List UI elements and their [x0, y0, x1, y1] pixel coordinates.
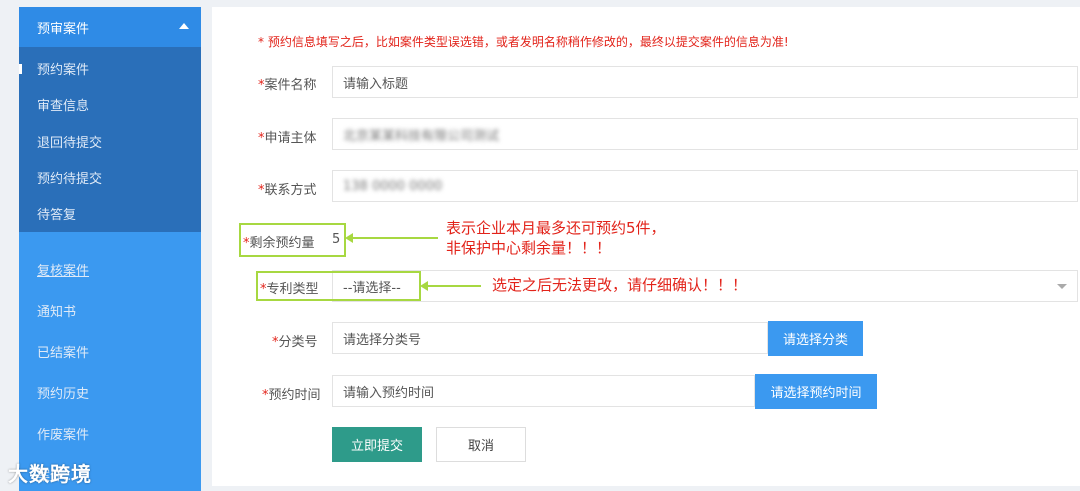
- notice-text: * 预约信息填写之后，比如案件类型误选错，或者发明名称稍作修改的，最终以提交案件…: [258, 35, 789, 49]
- arrow-line-remaining: [352, 237, 438, 239]
- sidebar-item-recheck[interactable]: 复核案件: [37, 260, 89, 279]
- submit-button[interactable]: 立即提交: [332, 427, 422, 462]
- applicant-label: *申请主体: [258, 131, 317, 146]
- sidebar-item-reserve-case[interactable]: 预约案件: [37, 59, 89, 78]
- patent-type-annotation: 选定之后无法更改，请仔细确认！！！: [492, 276, 748, 294]
- contact-label: *联系方式: [258, 183, 317, 198]
- sidebar-item-pending-reply[interactable]: 待答复: [37, 204, 76, 223]
- class-input[interactable]: 请选择分类号: [332, 322, 768, 354]
- applicant-field: 北京某某科技有限公司测试: [332, 118, 1078, 150]
- active-marker: [19, 64, 22, 74]
- watermark-logo: 大数跨境: [8, 458, 92, 487]
- contact-field[interactable]: 138 0000 0000: [332, 170, 1078, 202]
- dropdown-caret-icon: [1057, 284, 1067, 289]
- cancel-button[interactable]: 取消: [436, 427, 526, 462]
- sidebar-group-header[interactable]: 预审案件: [19, 7, 201, 47]
- sidebar-item-pending-submit[interactable]: 预约待提交: [37, 168, 102, 187]
- sidebar: 预审案件 预约案件 审查信息 退回待提交 预约待提交 待答复 复核案件 通知书 …: [19, 7, 201, 491]
- select-time-button[interactable]: 请选择预约时间: [755, 374, 877, 409]
- sidebar-submenu: 预约案件 审查信息 退回待提交 预约待提交 待答复: [19, 47, 201, 232]
- patent-type-label: *专利类型: [260, 282, 319, 297]
- class-label: *分类号: [272, 335, 318, 350]
- time-input[interactable]: 请输入预约时间: [332, 375, 755, 407]
- sidebar-item-returned[interactable]: 退回待提交: [37, 132, 102, 151]
- remaining-annotation-line2: 非保护中心剩余量！！！: [446, 239, 612, 257]
- remaining-annotation-line1: 表示企业本月最多还可预约5件，: [446, 219, 666, 237]
- arrow-line-patent-type: [427, 285, 481, 287]
- sidebar-item-closed[interactable]: 已结案件: [37, 342, 89, 361]
- caret-up-icon: [179, 23, 189, 29]
- sidebar-group-title: 预审案件: [37, 21, 90, 37]
- case-name-label: *案件名称: [258, 78, 317, 93]
- sidebar-item-review-info[interactable]: 审查信息: [37, 95, 89, 114]
- sidebar-item-history[interactable]: 预约历史: [37, 383, 89, 402]
- sidebar-item-void[interactable]: 作废案件: [37, 424, 89, 443]
- case-name-input[interactable]: 请输入标题: [332, 66, 1078, 98]
- remaining-label: *剩余预约量: [243, 236, 315, 251]
- select-class-button[interactable]: 请选择分类: [768, 321, 863, 356]
- time-label: *预约时间: [262, 388, 321, 403]
- watermark-text: 大数跨境: [8, 462, 92, 486]
- sidebar-item-notice[interactable]: 通知书: [37, 301, 76, 320]
- remaining-value: 5: [332, 232, 341, 247]
